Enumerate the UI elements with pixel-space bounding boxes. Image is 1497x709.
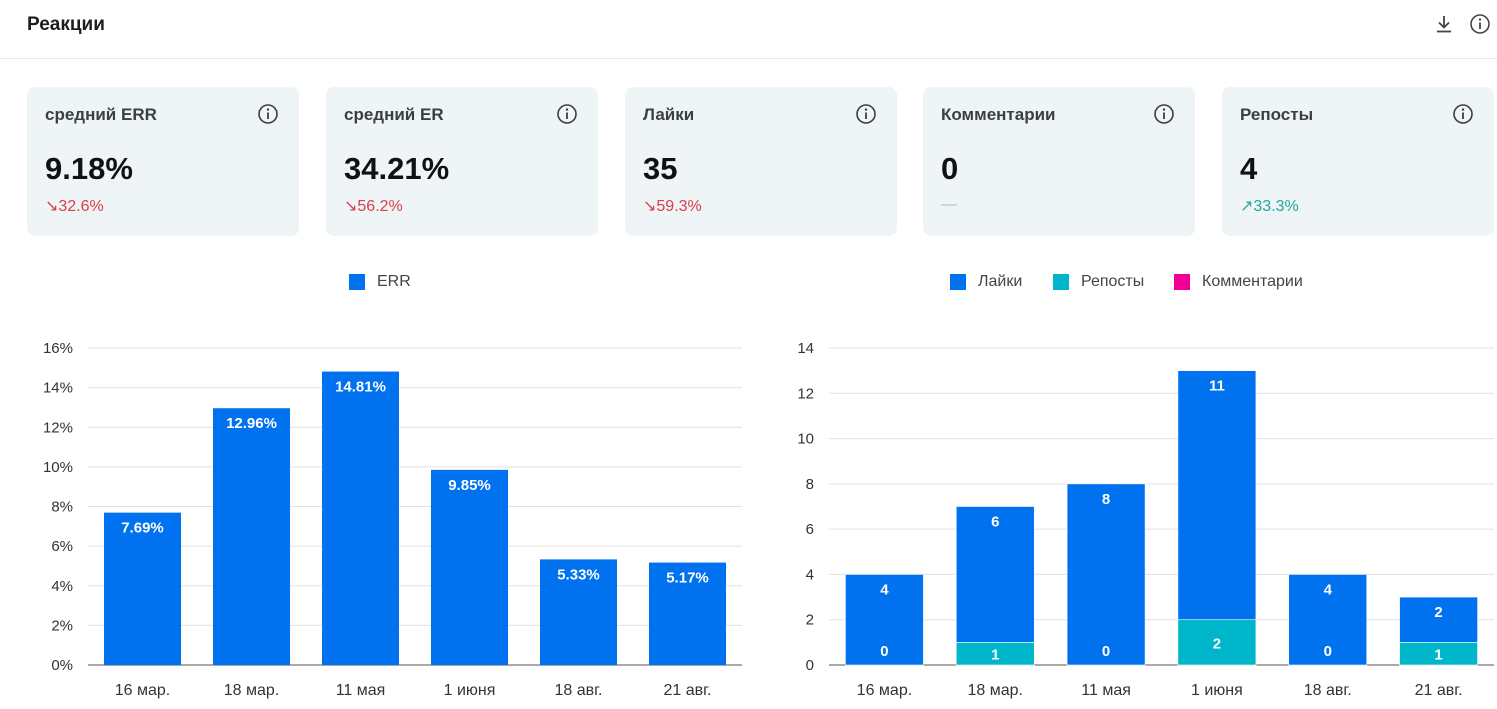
data-label: 12.96% — [226, 415, 277, 432]
y-tick-label: 12% — [43, 419, 73, 436]
y-tick-label: 16% — [43, 340, 73, 357]
y-tick-label: 12 — [797, 385, 814, 402]
x-tick-label: 18 мар. — [224, 682, 279, 699]
data-label: 9.85% — [448, 477, 491, 494]
x-tick-label: 21 авг. — [1415, 682, 1463, 699]
y-tick-label: 10 — [797, 431, 814, 448]
y-tick-label: 8% — [51, 499, 73, 516]
err-bar-chart: 0% 2% 4% 6% 8% 10% 12% 14% 16% 16 мар. 7.69% 18 мар… — [43, 340, 742, 699]
bar — [213, 408, 290, 665]
y-tick-label: 4% — [51, 578, 73, 595]
bar — [431, 469, 508, 665]
y-tick-label: 4 — [806, 566, 814, 583]
y-tick-label: 6% — [51, 538, 73, 555]
data-label-likes: 4 — [880, 581, 889, 598]
data-label-likes: 6 — [991, 514, 999, 531]
x-tick-label: 18 авг. — [555, 682, 603, 699]
data-label: 7.69% — [121, 520, 164, 537]
y-tick-label: 0 — [806, 657, 814, 674]
y-tick-label: 6 — [806, 521, 814, 538]
data-label-reposts: 1 — [991, 647, 999, 664]
data-label-reposts: 0 — [1324, 643, 1332, 660]
x-tick-label: 18 мар. — [968, 682, 1023, 699]
x-tick-label: 18 авг. — [1304, 682, 1352, 699]
x-tick-label: 11 мая — [336, 682, 386, 699]
data-label-likes: 4 — [1324, 581, 1333, 598]
charts-canvas: 0% 2% 4% 6% 8% 10% 12% 14% 16% 16 мар. 7.69% 18 мар… — [43, 340, 1494, 699]
x-tick-label: 1 июня — [1191, 682, 1243, 699]
y-tick-label: 14% — [43, 380, 73, 397]
y-tick-label: 2 — [806, 612, 814, 629]
y-tick-label: 8 — [806, 476, 814, 493]
reactions-stacked-bar-chart: 0246810121416 мар.4018 мар.6111 мая801 и… — [797, 340, 1494, 699]
x-tick-label: 21 авг. — [664, 682, 712, 699]
data-label: 5.17% — [666, 570, 709, 587]
x-tick-label: 16 мар. — [857, 682, 912, 699]
data-label-reposts: 0 — [1102, 643, 1110, 660]
bar-segment-likes — [1177, 370, 1257, 621]
x-tick-label: 11 мая — [1081, 682, 1131, 699]
data-label-reposts: 2 — [1213, 635, 1221, 652]
y-tick-label: 10% — [43, 459, 73, 476]
x-tick-label: 1 июня — [444, 682, 496, 699]
data-label-reposts: 1 — [1434, 647, 1442, 664]
data-label: 14.81% — [335, 379, 386, 396]
data-label-reposts: 0 — [880, 643, 888, 660]
data-label-likes: 2 — [1434, 604, 1442, 621]
y-tick-label: 2% — [51, 617, 73, 634]
x-tick-label: 16 мар. — [115, 682, 170, 699]
data-label: 5.33% — [557, 566, 600, 583]
bar-segment-likes — [1066, 483, 1146, 666]
y-tick-label: 0% — [51, 657, 73, 674]
data-label-likes: 8 — [1102, 491, 1110, 508]
data-label-likes: 11 — [1209, 378, 1225, 395]
y-tick-label: 14 — [797, 340, 814, 357]
bar — [322, 371, 399, 665]
